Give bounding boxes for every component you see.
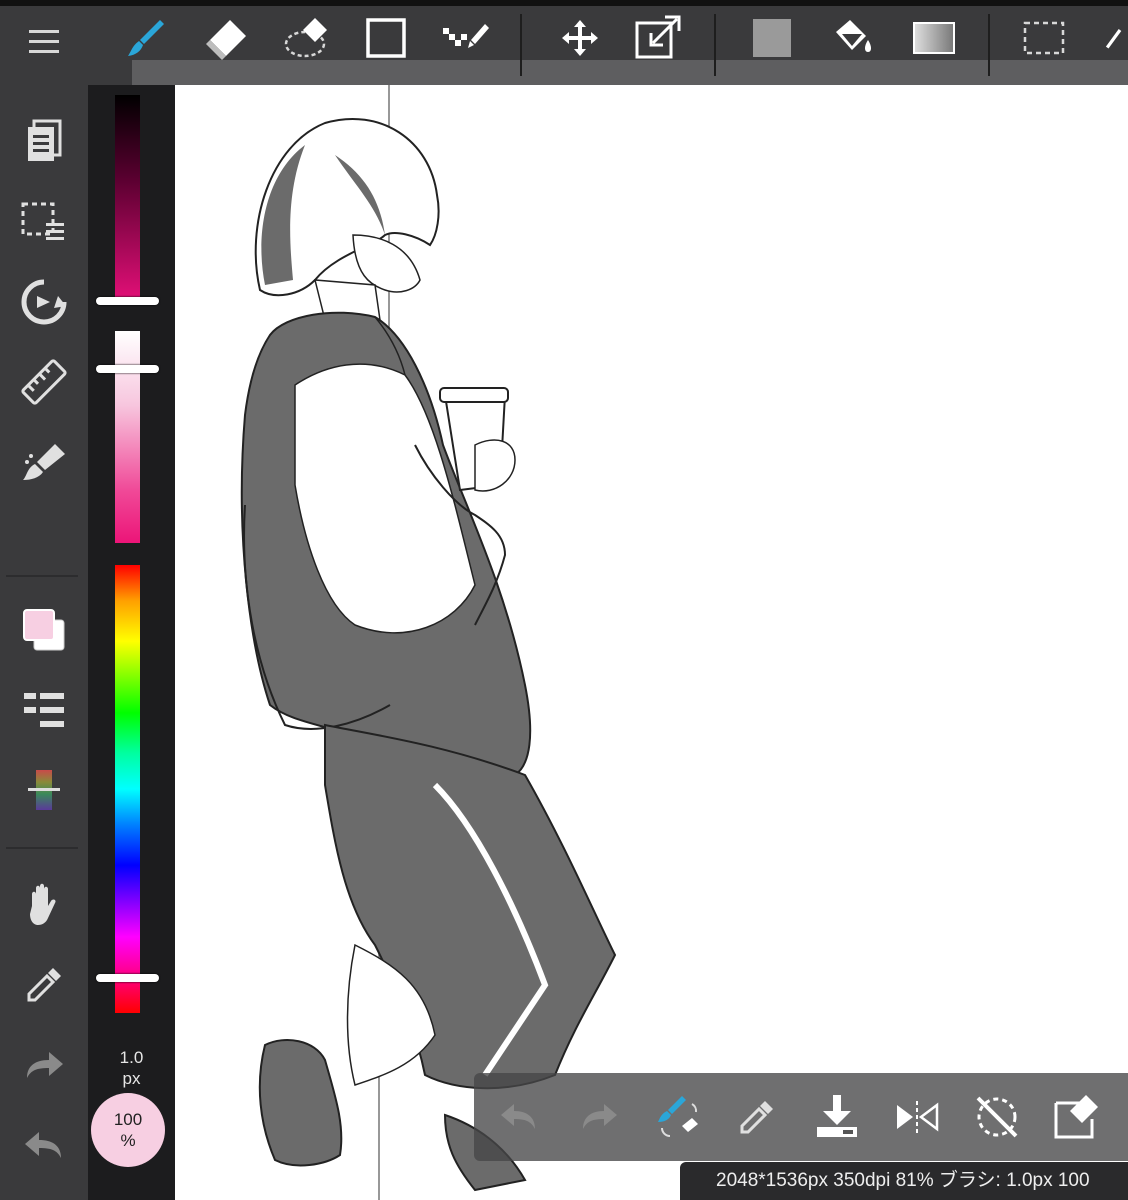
eraser-icon [206, 20, 246, 60]
bottom-redo-button[interactable] [564, 1081, 634, 1153]
brush-icon [128, 20, 164, 56]
hand-icon [30, 883, 56, 925]
transform-tool-button[interactable] [628, 10, 688, 66]
flip-horizontal-button[interactable] [882, 1081, 952, 1153]
drawing-canvas[interactable] [175, 85, 1128, 1200]
toolbar-separator [520, 14, 522, 76]
hue-slider[interactable] [115, 565, 140, 1013]
layer-list-button[interactable] [4, 675, 84, 745]
magic-wand-button[interactable] [1096, 10, 1128, 66]
dot-pen-icon [443, 24, 489, 48]
eyedropper-icon [740, 1101, 773, 1134]
hand-button[interactable] [4, 870, 84, 940]
hamburger-icon [29, 30, 59, 53]
artwork-illustration [240, 85, 617, 1200]
status-bar: 2048*1536px 350dpi 81% ブラシ: 1.0px 100 [680, 1162, 1128, 1200]
brush-size-value: 1.0 [119, 1048, 144, 1067]
eraser-tool-button[interactable] [196, 10, 256, 66]
sidebar-divider [6, 847, 78, 849]
app-window: 1.0 px 100 % 2048*1536px 350dpi 81% ブラシ:… [0, 0, 1128, 1200]
ruler-button[interactable] [4, 347, 84, 417]
deselect-icon [976, 1096, 1018, 1138]
saturation-handle[interactable] [96, 365, 159, 373]
brush-tool-button[interactable] [116, 10, 176, 66]
move-tool-button[interactable] [550, 10, 610, 66]
undo-icon [501, 1104, 535, 1129]
eyedropper-icon [27, 968, 61, 1002]
shape-tool-button[interactable] [356, 10, 416, 66]
dot-pen-button[interactable] [436, 10, 496, 66]
brush-size-unit: px [122, 1069, 141, 1088]
fill-rect-icon [753, 19, 791, 57]
color-swatch-icon [23, 609, 65, 651]
selection-eraser-icon [284, 18, 327, 58]
transform-icon [635, 15, 681, 59]
left-sidebar [0, 85, 88, 1200]
move-icon [562, 20, 598, 56]
opacity-button[interactable]: 100 % [91, 1093, 165, 1167]
opacity-value: 100 [113, 1110, 143, 1129]
bottom-eyedropper-button[interactable] [722, 1081, 792, 1153]
brush-swap-icon [658, 1096, 698, 1137]
toolbar-separator [988, 14, 990, 76]
ruler-icon [21, 359, 67, 405]
selection-eraser-button[interactable] [278, 10, 338, 66]
brush-swap-button[interactable] [642, 1081, 712, 1153]
deselect-button[interactable] [962, 1081, 1032, 1153]
palette-icon [28, 770, 60, 810]
fill-tool-button[interactable] [742, 10, 802, 66]
hue-handle[interactable] [96, 974, 159, 982]
brush-settings-icon [23, 444, 65, 480]
bottom-undo-button[interactable] [484, 1081, 554, 1153]
saturation-slider[interactable] [115, 331, 140, 543]
select-rect-icon [1023, 21, 1065, 55]
palette-button[interactable] [4, 755, 84, 825]
download-icon [817, 1095, 857, 1137]
color-swatch-button[interactable] [4, 595, 84, 665]
selection-menu-icon [21, 202, 64, 240]
opacity-unit: % [120, 1131, 136, 1150]
select-tool-button[interactable] [1014, 10, 1074, 66]
brightness-handle[interactable] [96, 297, 159, 305]
gradient-icon [913, 22, 955, 54]
redo-icon [27, 1052, 63, 1078]
layers-button[interactable] [4, 107, 84, 177]
undo-icon [25, 1132, 61, 1158]
gradient-tool-button[interactable] [904, 10, 964, 66]
bottom-toolbar [474, 1073, 1128, 1161]
bucket-icon [836, 20, 871, 52]
rotate-icon [21, 279, 67, 325]
redo-icon [583, 1104, 617, 1129]
brightness-slider[interactable] [115, 95, 140, 305]
undo-button[interactable] [4, 1110, 84, 1180]
clear-layer-icon [1054, 1095, 1098, 1139]
brush-settings-button[interactable] [4, 427, 84, 497]
flip-horizontal-icon [897, 1101, 939, 1133]
save-button[interactable] [802, 1081, 872, 1153]
rectangle-icon [366, 18, 406, 58]
sidebar-divider [6, 575, 78, 577]
color-panel: 1.0 px 100 % [88, 85, 175, 1200]
page-icon [28, 119, 62, 161]
brush-size-display[interactable]: 1.0 px [88, 1047, 175, 1089]
bucket-tool-button[interactable] [822, 10, 882, 66]
toolbar-separator [714, 14, 716, 76]
magic-wand-icon [1105, 29, 1122, 49]
layer-list-icon [24, 693, 64, 727]
eyedropper-button[interactable] [4, 950, 84, 1020]
rotate-button[interactable] [4, 267, 84, 337]
selection-menu-button[interactable] [4, 187, 84, 257]
clear-layer-button[interactable] [1042, 1081, 1112, 1153]
redo-button[interactable] [4, 1030, 84, 1100]
menu-button[interactable] [0, 6, 88, 78]
